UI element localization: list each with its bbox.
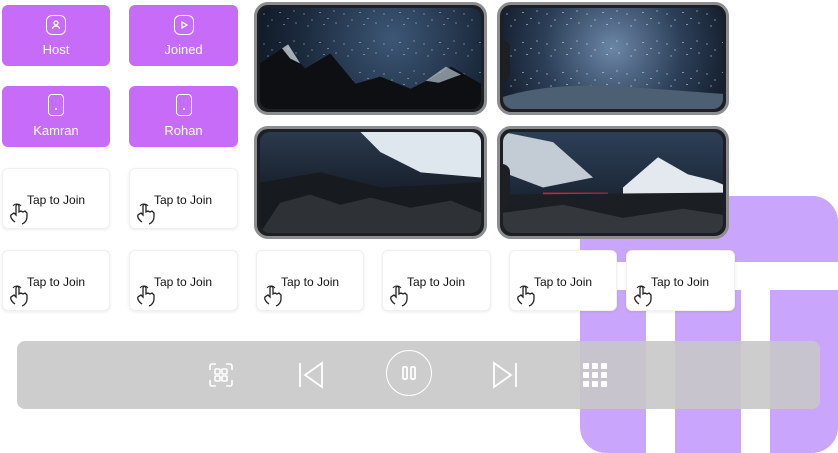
- participant-rohan[interactable]: Rohan: [129, 86, 238, 147]
- tap-to-join-tile[interactable]: Tap to Join: [626, 250, 735, 311]
- phone-notch: [500, 40, 510, 82]
- tap-to-join-tile[interactable]: Tap to Join: [256, 250, 364, 311]
- next-icon[interactable]: [483, 353, 527, 397]
- pause-icon[interactable]: [386, 350, 432, 396]
- tap-hand-icon: [390, 285, 408, 307]
- tap-hand-icon: [517, 285, 535, 307]
- video-screen: [503, 8, 723, 109]
- mountain-image: [260, 44, 481, 109]
- play-badge-icon: [173, 15, 194, 35]
- scan-icon[interactable]: [199, 353, 243, 397]
- participant-kamran[interactable]: Kamran: [2, 86, 110, 147]
- tap-hand-icon: [137, 203, 155, 225]
- tap-to-join-tile[interactable]: Tap to Join: [509, 250, 617, 311]
- tap-to-join-tile[interactable]: Tap to Join: [2, 168, 110, 229]
- tap-to-join-label: Tap to Join: [154, 275, 213, 289]
- video-screen: [260, 8, 481, 109]
- tap-hand-icon: [137, 285, 155, 307]
- participant-joined[interactable]: Joined: [129, 5, 238, 66]
- video-feed-3[interactable]: [254, 126, 487, 239]
- phone-notch: [500, 164, 510, 206]
- tap-to-join-label: Tap to Join: [651, 275, 710, 289]
- tap-to-join-tile[interactable]: Tap to Join: [129, 168, 238, 229]
- video-screen: [503, 132, 723, 233]
- tap-hand-icon: [10, 285, 28, 307]
- tap-to-join-label: Tap to Join: [407, 275, 466, 289]
- tap-to-join-tile[interactable]: Tap to Join: [382, 250, 491, 311]
- participant-host[interactable]: Host: [2, 5, 110, 66]
- tap-hand-icon: [634, 285, 652, 307]
- glacier-image: [260, 132, 481, 233]
- participant-name: Joined: [164, 42, 203, 57]
- tap-to-join-label: Tap to Join: [154, 193, 213, 207]
- grid-icon[interactable]: [573, 353, 617, 397]
- participant-name: Rohan: [164, 123, 203, 138]
- basecamp-image: [503, 132, 723, 233]
- night-sky-image: [503, 85, 723, 109]
- previous-icon[interactable]: [289, 353, 333, 397]
- video-feed-2[interactable]: [497, 2, 729, 115]
- user-badge-icon: [46, 15, 66, 35]
- video-screen: [260, 132, 481, 233]
- participant-name: Host: [42, 42, 70, 57]
- tap-to-join-tile[interactable]: Tap to Join: [2, 250, 110, 311]
- playback-control-bar: [17, 341, 820, 409]
- tap-to-join-label: Tap to Join: [281, 275, 340, 289]
- tap-hand-icon: [10, 203, 28, 225]
- phone-icon: [48, 94, 64, 116]
- video-feed-4[interactable]: [497, 126, 729, 239]
- phone-icon: [175, 94, 192, 116]
- tap-hand-icon: [264, 285, 282, 307]
- tap-to-join-label: Tap to Join: [27, 193, 86, 207]
- video-feed-1[interactable]: [254, 2, 487, 115]
- tap-to-join-label: Tap to Join: [27, 275, 86, 289]
- tap-to-join-tile[interactable]: Tap to Join: [129, 250, 238, 311]
- participant-name: Kamran: [33, 123, 79, 138]
- tap-to-join-label: Tap to Join: [534, 275, 593, 289]
